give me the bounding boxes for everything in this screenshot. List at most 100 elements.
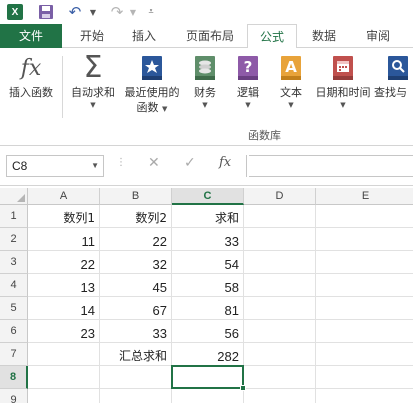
cell-d7[interactable] bbox=[244, 343, 316, 366]
autosum-label: 自动求和 bbox=[71, 86, 115, 99]
row-header-2[interactable]: 2 bbox=[0, 228, 28, 251]
recently-used-label-1: 最近使用的 bbox=[124, 86, 180, 99]
cell-a5[interactable]: 14 bbox=[28, 297, 100, 320]
column-header-a[interactable]: A bbox=[28, 188, 100, 205]
cancel-icon[interactable]: ✕ bbox=[148, 155, 160, 171]
cell-b2[interactable]: 22 bbox=[100, 228, 172, 251]
lookup-label: 查找与 bbox=[374, 86, 407, 99]
row-header-8[interactable]: 8 bbox=[0, 366, 28, 389]
cell-e7[interactable] bbox=[316, 343, 413, 366]
save-icon[interactable] bbox=[37, 3, 55, 21]
insert-function-fx-icon[interactable]: fx bbox=[219, 155, 231, 170]
excel-logo-text: X bbox=[7, 4, 23, 20]
cell-a2[interactable]: 11 bbox=[28, 228, 100, 251]
cell-b7[interactable]: 汇总求和 bbox=[100, 343, 172, 366]
text-button[interactable]: A 文本 ▼ bbox=[272, 54, 310, 110]
tab-review[interactable]: 审阅 bbox=[358, 24, 398, 48]
row-header-7[interactable]: 7 bbox=[0, 343, 28, 366]
cell-a4[interactable]: 13 bbox=[28, 274, 100, 297]
row-header-9[interactable]: 9 bbox=[0, 389, 28, 403]
cell-b5[interactable]: 67 bbox=[100, 297, 172, 320]
cell-d5[interactable] bbox=[244, 297, 316, 320]
undo-icon[interactable]: ↶ bbox=[66, 3, 84, 21]
cell-b9[interactable] bbox=[100, 389, 172, 403]
cell-a6[interactable]: 23 bbox=[28, 320, 100, 343]
cell-c1[interactable]: 求和 bbox=[172, 205, 244, 228]
cell-b8[interactable] bbox=[100, 366, 172, 389]
cell-d3[interactable] bbox=[244, 251, 316, 274]
cell-b1[interactable]: 数列2 bbox=[100, 205, 172, 228]
tab-formulas[interactable]: 公式 bbox=[247, 24, 297, 49]
cell-a3[interactable]: 22 bbox=[28, 251, 100, 274]
cell-e5[interactable] bbox=[316, 297, 413, 320]
autosum-button[interactable]: Σ 自动求和 ▼ bbox=[65, 53, 121, 110]
redo-dropdown-icon[interactable]: ▼ bbox=[128, 3, 138, 21]
excel-logo-icon: X bbox=[6, 3, 24, 21]
cell-c9[interactable] bbox=[172, 389, 244, 403]
recently-used-button[interactable]: 最近使用的 函数 ▼ bbox=[119, 54, 185, 117]
formula-input[interactable] bbox=[249, 155, 413, 177]
cell-c5[interactable]: 81 bbox=[172, 297, 244, 320]
column-header-d[interactable]: D bbox=[244, 188, 316, 205]
select-all-corner[interactable] bbox=[0, 188, 28, 205]
undo-dropdown-icon[interactable]: ▼ bbox=[88, 3, 98, 21]
ribbon-tabs: 文件 开始 插入 页面布局 公式 数据 审阅 bbox=[0, 24, 413, 49]
cell-e2[interactable] bbox=[316, 228, 413, 251]
cell-e1[interactable] bbox=[316, 205, 413, 228]
row-header-1[interactable]: 1 bbox=[0, 205, 28, 228]
row-header-6[interactable]: 6 bbox=[0, 320, 28, 343]
redo-icon[interactable]: ↷ bbox=[108, 3, 126, 21]
name-box[interactable]: C8 ▼ bbox=[6, 155, 104, 177]
cell-c3[interactable]: 54 bbox=[172, 251, 244, 274]
cell-a7[interactable] bbox=[28, 343, 100, 366]
column-header-e[interactable]: E bbox=[316, 188, 413, 205]
cell-d1[interactable] bbox=[244, 205, 316, 228]
cell-d9[interactable] bbox=[244, 389, 316, 403]
customize-qat-icon[interactable]: ⩡ bbox=[146, 3, 156, 21]
tab-insert[interactable]: 插入 bbox=[124, 24, 164, 48]
cell-e4[interactable] bbox=[316, 274, 413, 297]
cell-b3[interactable]: 32 bbox=[100, 251, 172, 274]
financial-button[interactable]: 财务 ▼ bbox=[186, 54, 224, 110]
name-box-dropdown-icon[interactable]: ▼ bbox=[91, 156, 99, 176]
formula-bar-resize-handle-icon[interactable]: ⋮ bbox=[116, 157, 126, 168]
tab-data[interactable]: 数据 bbox=[306, 24, 342, 48]
active-cell-border bbox=[171, 365, 244, 389]
enter-check-icon[interactable]: ✓ bbox=[184, 155, 196, 171]
cell-a8[interactable] bbox=[28, 366, 100, 389]
column-header-b[interactable]: B bbox=[100, 188, 172, 205]
insert-function-button[interactable]: fx 插入函数 bbox=[2, 54, 60, 100]
date-time-button[interactable]: 日期和时间 ▼ bbox=[310, 54, 376, 110]
lookup-button[interactable]: 查找与 bbox=[374, 54, 413, 100]
logical-button[interactable]: ? 逻辑 ▼ bbox=[229, 54, 267, 110]
row-header-3[interactable]: 3 bbox=[0, 251, 28, 274]
cell-d2[interactable] bbox=[244, 228, 316, 251]
cell-e8[interactable] bbox=[316, 366, 413, 389]
cell-c2[interactable]: 33 bbox=[172, 228, 244, 251]
text-dropdown-icon: ▼ bbox=[288, 101, 294, 109]
date-time-dropdown-icon: ▼ bbox=[340, 101, 346, 109]
cell-b6[interactable]: 33 bbox=[100, 320, 172, 343]
cell-a1[interactable]: 数列1 bbox=[28, 205, 100, 228]
cell-e3[interactable] bbox=[316, 251, 413, 274]
financial-dropdown-icon: ▼ bbox=[202, 101, 208, 109]
cell-e6[interactable] bbox=[316, 320, 413, 343]
cell-d8[interactable] bbox=[244, 366, 316, 389]
cell-d6[interactable] bbox=[244, 320, 316, 343]
row-header-4[interactable]: 4 bbox=[0, 274, 28, 297]
cell-a9[interactable] bbox=[28, 389, 100, 403]
cell-c4[interactable]: 58 bbox=[172, 274, 244, 297]
cell-e9[interactable] bbox=[316, 389, 413, 403]
cell-c7[interactable]: 282 bbox=[172, 343, 244, 366]
fill-handle[interactable] bbox=[240, 385, 246, 391]
cell-d4[interactable] bbox=[244, 274, 316, 297]
tab-page-layout[interactable]: 页面布局 bbox=[176, 24, 244, 48]
tab-home[interactable]: 开始 bbox=[72, 24, 112, 48]
cell-b4[interactable]: 45 bbox=[100, 274, 172, 297]
lookup-book-icon bbox=[384, 54, 412, 82]
coins-book-icon bbox=[191, 54, 219, 82]
cell-c6[interactable]: 56 bbox=[172, 320, 244, 343]
column-header-c[interactable]: C bbox=[172, 188, 244, 205]
row-header-5[interactable]: 5 bbox=[0, 297, 28, 320]
tab-file[interactable]: 文件 bbox=[0, 24, 62, 48]
